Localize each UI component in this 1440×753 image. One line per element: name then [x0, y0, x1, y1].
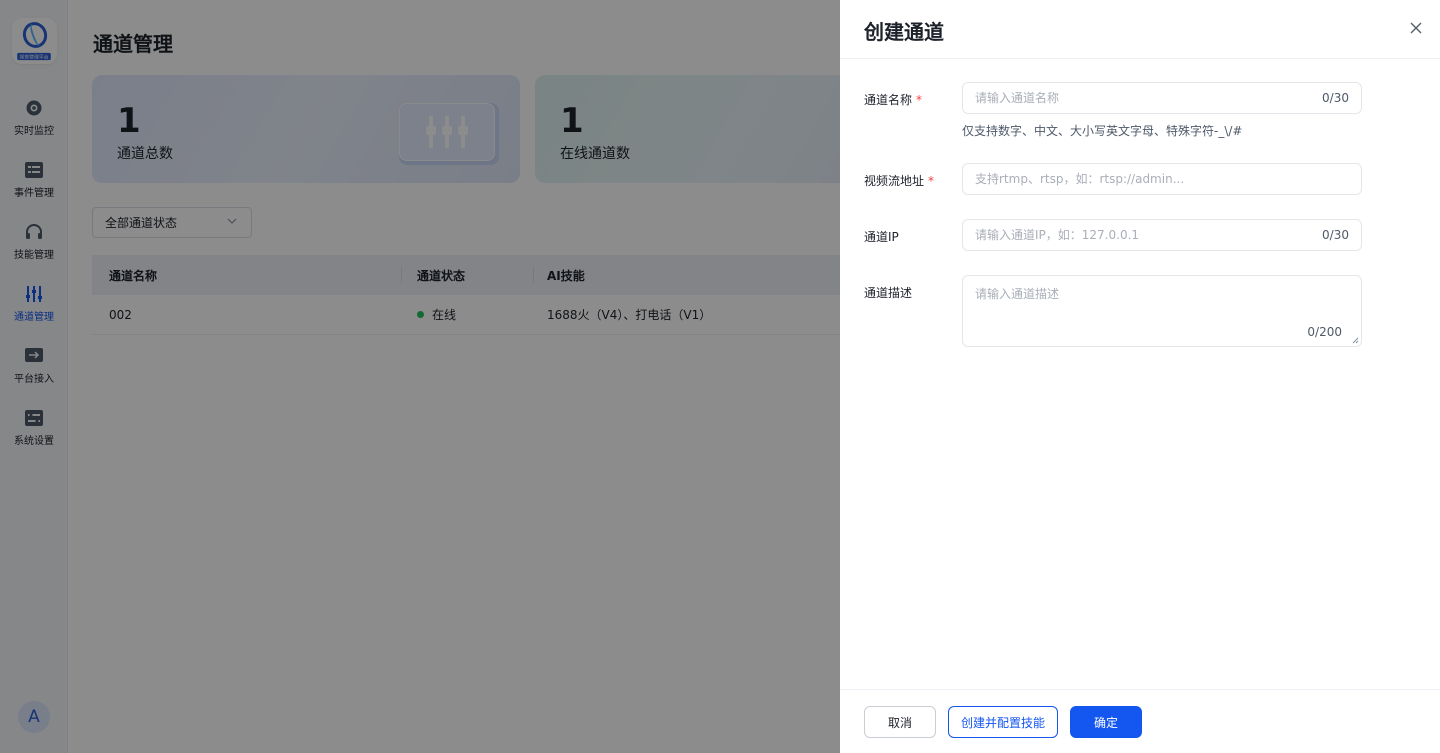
- required-mark: *: [916, 93, 923, 107]
- required-mark: *: [928, 174, 935, 188]
- char-counter: 0/30: [1322, 228, 1349, 242]
- channel-name-field[interactable]: 0/30: [962, 82, 1362, 114]
- channel-name-help: 仅支持数字、中文、大小写英文字母、特殊字符-_\/#: [962, 124, 1243, 138]
- cancel-button[interactable]: 取消: [864, 706, 936, 738]
- confirm-button[interactable]: 确定: [1070, 706, 1142, 738]
- channel-ip-field[interactable]: 0/30: [962, 219, 1362, 251]
- field-label-text: 通道IP: [864, 230, 899, 244]
- channel-ip-label: 通道IP: [864, 228, 899, 245]
- channel-desc-field[interactable]: 0/200: [962, 275, 1362, 347]
- field-label-text: 视频流地址: [864, 174, 925, 188]
- field-label-text: 通道描述: [864, 286, 913, 300]
- close-icon[interactable]: [1408, 20, 1424, 36]
- char-counter: 0/30: [1322, 91, 1349, 105]
- create-channel-drawer: 创建通道 通道名称* 0/30 仅支持数字、中文、大小写英文字母、特殊字符-_\…: [840, 0, 1440, 753]
- create-and-config-button[interactable]: 创建并配置技能: [948, 706, 1058, 738]
- channel-name-label: 通道名称 *: [864, 91, 922, 108]
- channel-desc-textarea[interactable]: [975, 285, 1349, 325]
- char-counter: 0/200: [1307, 325, 1342, 339]
- drawer-title: 创建通道: [864, 20, 944, 44]
- stream-url-label: 视频流地址 *: [864, 172, 934, 189]
- stream-url-input[interactable]: [975, 172, 1349, 186]
- channel-name-input[interactable]: [975, 91, 1349, 105]
- stream-url-field[interactable]: [962, 163, 1362, 195]
- drawer-header-divider: [840, 58, 1440, 59]
- field-label-text: 通道名称: [864, 93, 913, 107]
- drawer-mask[interactable]: [0, 0, 840, 753]
- resize-handle-icon[interactable]: [1352, 337, 1359, 344]
- channel-ip-input[interactable]: [975, 228, 1349, 242]
- channel-desc-label: 通道描述: [864, 284, 912, 301]
- drawer-footer-divider: [840, 689, 1440, 690]
